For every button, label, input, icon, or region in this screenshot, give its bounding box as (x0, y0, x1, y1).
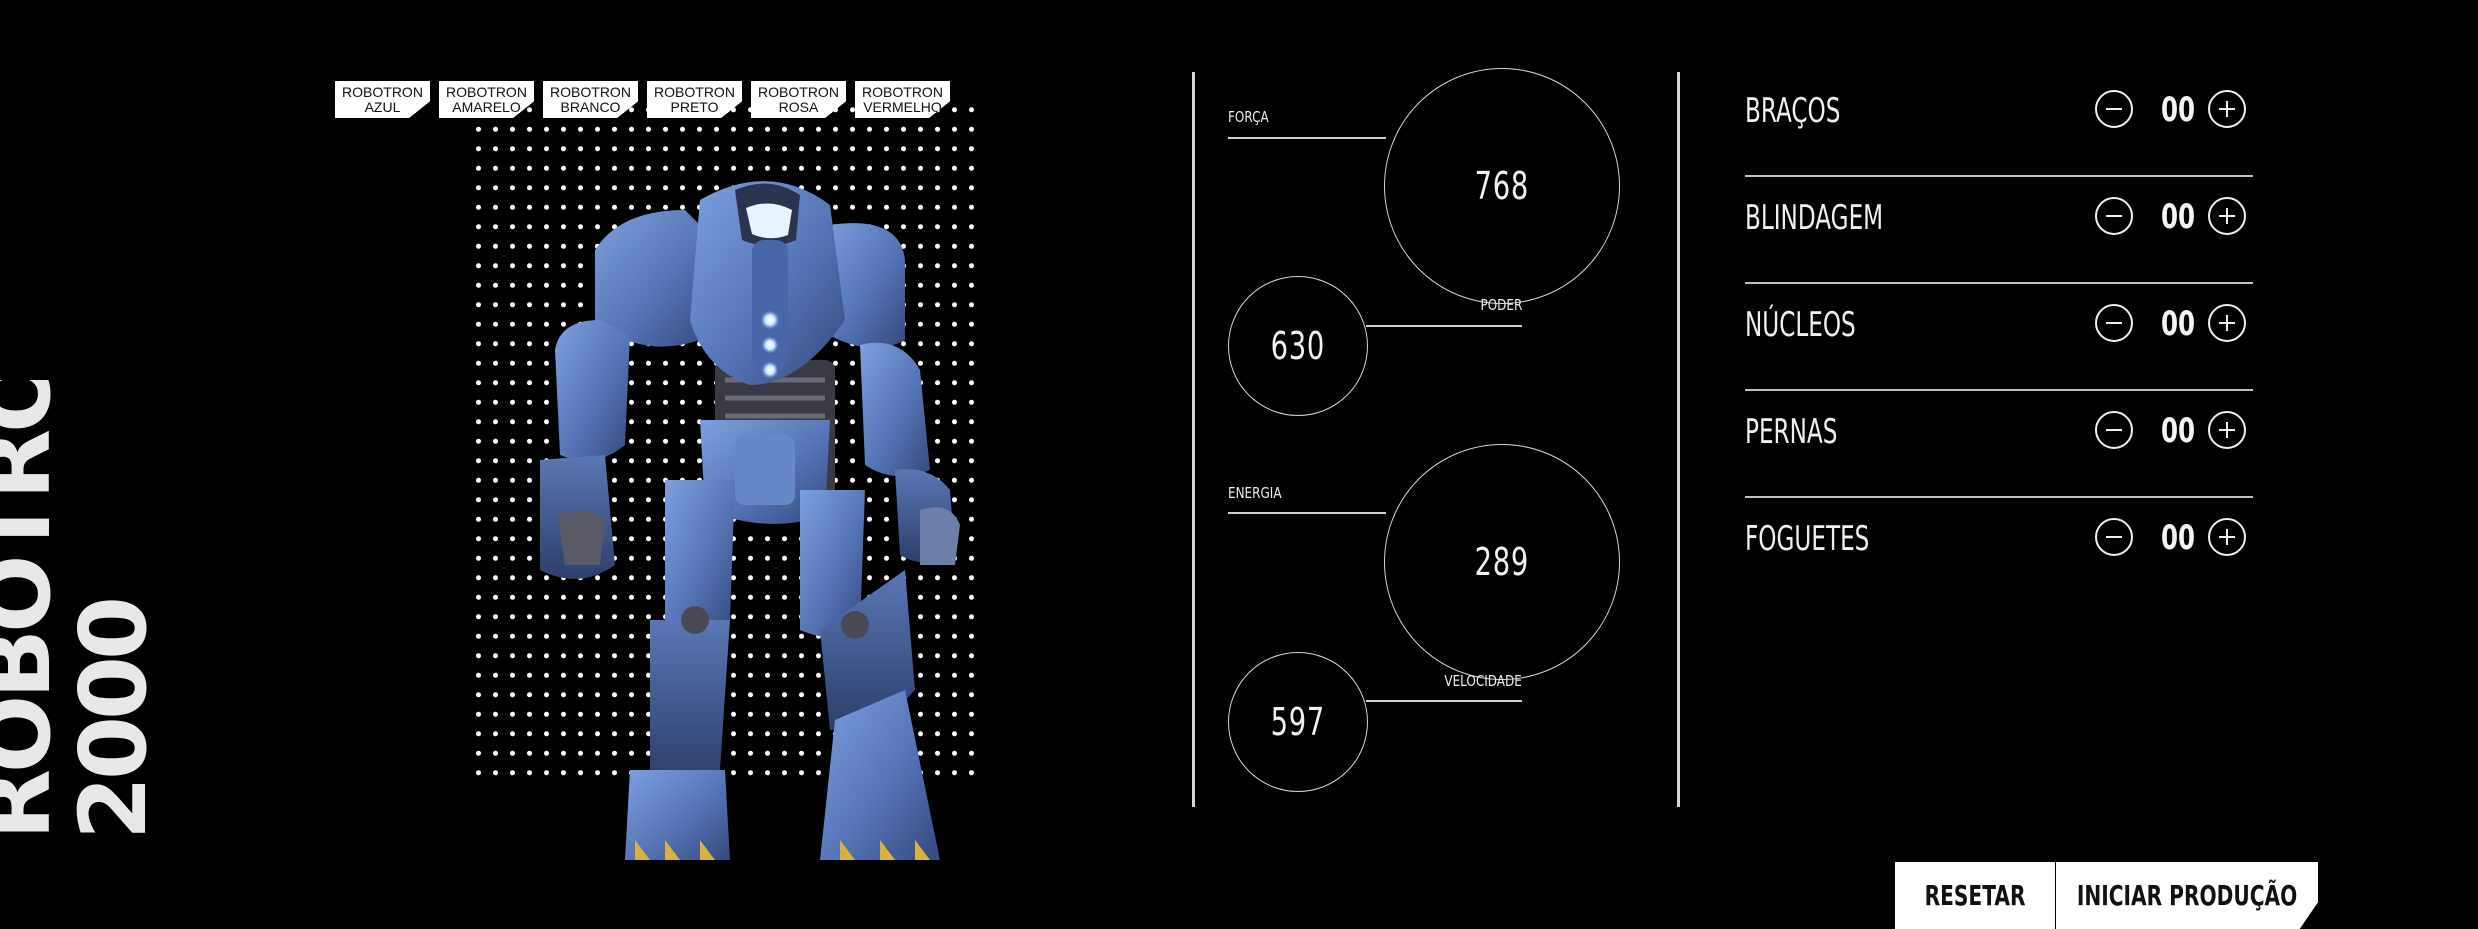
increase-bracos-button[interactable] (2208, 90, 2246, 128)
tab-label-line1: ROBOTRON (654, 84, 735, 100)
plus-icon-vertical (2225, 101, 2229, 117)
decrease-foguetes-button[interactable] (2095, 518, 2133, 556)
plus-icon-vertical (2225, 529, 2229, 545)
stat-label-forca: FORÇA (1228, 108, 1269, 126)
tab-label-line1: ROBOTRON (758, 84, 839, 100)
tab-robotron-preto[interactable]: ROBOTRON PRETO (647, 81, 742, 118)
increase-pernas-button[interactable] (2208, 411, 2246, 449)
tab-label-line2: PRETO (670, 99, 719, 115)
tab-label-line1: ROBOTRON (342, 84, 423, 100)
tab-label-line1: ROBOTRON (862, 84, 943, 100)
stats-right-divider (1677, 72, 1680, 807)
decrease-bracos-button[interactable] (2095, 90, 2133, 128)
part-row-blindagem: BLINDAGEM 00 (1745, 177, 2253, 284)
brand-title-line1: ROBOTRON (0, 380, 71, 840)
tab-label-line2: AMARELO (452, 99, 521, 115)
stat-line-energia (1228, 512, 1386, 514)
part-count-foguetes: 00 (2160, 518, 2196, 558)
stat-circle-velocidade: 597 (1228, 652, 1368, 792)
start-production-button[interactable]: INICIAR PRODUÇÃO (2056, 862, 2318, 929)
stat-label-velocidade: VELOCIDADE (1444, 672, 1522, 690)
stat-line-poder (1366, 325, 1522, 327)
robot-illustration (540, 181, 960, 860)
decrease-nucleos-button[interactable] (2095, 304, 2133, 342)
part-row-foguetes: FOGUETES 00 (1745, 498, 2253, 605)
start-production-button-label: INICIAR PRODUÇÃO (2076, 879, 2298, 912)
reset-button-label: RESETAR (1924, 879, 2026, 912)
tab-label-line2: ROSA (778, 99, 819, 115)
tab-label-line1: ROBOTRON (446, 84, 527, 100)
tab-robotron-branco[interactable]: ROBOTRON BRANCO (543, 81, 638, 118)
minus-icon (2106, 321, 2122, 325)
part-name-nucleos: NÚCLEOS (1745, 305, 1856, 345)
part-name-bracos: BRAÇOS (1745, 91, 1841, 131)
minus-icon (2106, 107, 2122, 111)
decrease-pernas-button[interactable] (2095, 411, 2133, 449)
stat-value-velocidade: 597 (1270, 700, 1326, 744)
stat-label-energia: ENERGIA (1228, 484, 1282, 502)
minus-icon (2106, 428, 2122, 432)
increase-foguetes-button[interactable] (2208, 518, 2246, 556)
part-count-bracos: 00 (2160, 90, 2196, 130)
brand-title-line2: 2000 (60, 599, 150, 840)
stat-label-poder: PODER (1480, 296, 1522, 314)
increase-nucleos-button[interactable] (2208, 304, 2246, 342)
stats-left-divider (1192, 72, 1195, 807)
stat-line-velocidade (1366, 700, 1522, 702)
stat-value-poder: 630 (1270, 324, 1326, 368)
part-count-nucleos: 00 (2160, 304, 2196, 344)
increase-blindagem-button[interactable] (2208, 197, 2246, 235)
brand-title: ROBOTRON 2000 (0, 380, 150, 840)
part-row-bracos: BRAÇOS 00 (1745, 70, 2253, 177)
part-name-blindagem: BLINDAGEM (1745, 198, 1884, 238)
tab-robotron-rosa[interactable]: ROBOTRON ROSA (751, 81, 846, 118)
stat-circle-forca: 768 (1384, 68, 1620, 304)
stat-circle-poder: 630 (1228, 276, 1368, 416)
reset-button[interactable]: RESETAR (1895, 862, 2055, 929)
stat-value-forca: 768 (1474, 164, 1530, 208)
plus-icon-vertical (2225, 315, 2229, 331)
part-count-pernas: 00 (2160, 411, 2196, 451)
plus-icon-vertical (2225, 422, 2229, 438)
tab-label-line1: ROBOTRON (550, 84, 631, 100)
minus-icon (2106, 535, 2122, 539)
minus-icon (2106, 214, 2122, 218)
tab-label-line2: VERMELHO (863, 99, 942, 115)
tab-robotron-vermelho[interactable]: ROBOTRON VERMELHO (855, 81, 950, 118)
tab-robotron-amarelo[interactable]: ROBOTRON AMARELO (439, 81, 534, 118)
part-name-pernas: PERNAS (1745, 412, 1838, 452)
tab-robotron-azul[interactable]: ROBOTRON AZUL (335, 81, 430, 118)
stat-value-energia: 289 (1474, 540, 1530, 584)
part-name-foguetes: FOGUETES (1745, 519, 1870, 559)
part-count-blindagem: 00 (2160, 197, 2196, 237)
stat-circle-energia: 289 (1384, 444, 1620, 680)
plus-icon-vertical (2225, 208, 2229, 224)
tab-label-line2: AZUL (364, 99, 401, 115)
decrease-blindagem-button[interactable] (2095, 197, 2133, 235)
part-row-nucleos: NÚCLEOS 00 (1745, 284, 2253, 391)
stat-line-forca (1228, 137, 1386, 139)
part-row-pernas: PERNAS 00 (1745, 391, 2253, 498)
robot-color-tabs: ROBOTRON AZUL ROBOTRON AMARELO ROBOTRON … (335, 81, 950, 118)
tab-label-line2: BRANCO (560, 99, 621, 115)
